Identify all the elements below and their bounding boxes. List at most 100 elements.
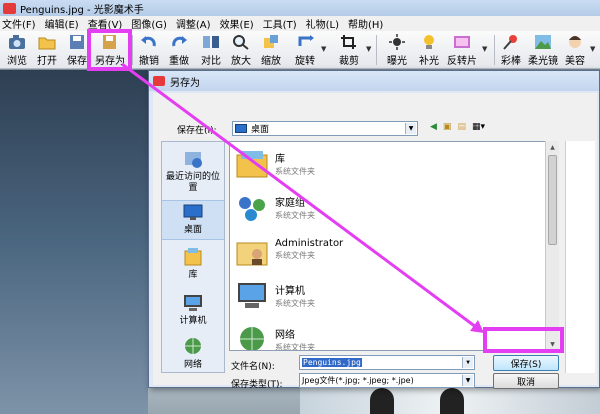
preview-pane	[565, 141, 595, 373]
list-item[interactable]: 库 系统文件夹	[234, 146, 315, 190]
chevron-down-icon[interactable]: ▼	[462, 375, 473, 386]
menu-effects[interactable]: 效果(E)	[220, 16, 254, 31]
place-network[interactable]: 网络	[162, 336, 224, 374]
place-recent[interactable]: 最近访问的位置	[162, 148, 224, 194]
menu-file[interactable]: 文件(F)	[2, 16, 36, 31]
face-icon	[566, 34, 584, 50]
file-type: 系统文件夹	[275, 167, 315, 176]
open-button[interactable]: 打开	[30, 33, 64, 67]
resize-icon	[262, 34, 280, 50]
dialog-app-icon	[153, 76, 165, 86]
photo-left-region	[0, 70, 148, 414]
menu-edit[interactable]: 编辑(E)	[45, 16, 79, 31]
list-item[interactable]: 网络 系统文件夹	[234, 322, 315, 350]
compare-label: 对比	[201, 56, 221, 67]
place-label: 计算机	[179, 316, 207, 326]
undo-button[interactable]: 撤销	[132, 33, 166, 67]
invert-film-button[interactable]: 反转片	[444, 33, 480, 67]
view-menu-icon[interactable]: ▦▾	[472, 122, 485, 132]
computer-icon	[182, 292, 204, 314]
filename-input[interactable]: Penguins.jpg ▼	[299, 355, 475, 370]
scroll-thumb[interactable]	[548, 155, 557, 245]
filetype-value: Jpeg文件(*.jpg; *.jpeg; *.jpe)	[302, 376, 414, 385]
place-desktop[interactable]: 桌面	[162, 200, 224, 240]
file-name: 家庭组	[275, 198, 305, 209]
beauty-dropdown-icon[interactable]: ▼	[590, 45, 595, 53]
menu-help[interactable]: 帮助(H)	[348, 16, 383, 31]
back-arrow-icon[interactable]: ◀	[430, 122, 437, 132]
dialog-save-button[interactable]: 保存(S)	[493, 355, 559, 371]
menu-adjust[interactable]: 调整(A)	[176, 16, 211, 31]
place-library[interactable]: 库	[162, 246, 224, 286]
exposure-button[interactable]: 曝光	[380, 33, 414, 67]
undo-icon	[140, 34, 158, 50]
invert-dropdown-icon[interactable]: ▼	[482, 45, 487, 53]
dialog-cancel-button[interactable]: 取消	[493, 373, 559, 389]
redo-label: 重做	[169, 56, 189, 67]
beauty-button[interactable]: 美容	[558, 33, 592, 67]
desktop-icon	[182, 201, 204, 223]
menu-image[interactable]: 图像(G)	[131, 16, 167, 31]
beauty-label: 美容	[565, 56, 585, 67]
film-icon	[453, 34, 471, 50]
menu-gifts[interactable]: 礼物(L)	[306, 16, 339, 31]
filename-label: 文件名(N):	[231, 362, 275, 372]
file-name: 网络	[275, 330, 295, 341]
list-item[interactable]: 家庭组 系统文件夹	[234, 190, 315, 234]
network-icon	[234, 322, 270, 350]
window-title: Penguins.jpg - 光影魔术手	[20, 4, 144, 16]
library-folder-icon	[234, 146, 270, 182]
window-titlebar: Penguins.jpg - 光影魔术手	[0, 0, 600, 16]
browse-button[interactable]: 浏览	[0, 33, 34, 67]
file-type: 系统文件夹	[275, 299, 315, 308]
magnifier-icon	[232, 34, 250, 50]
place-computer[interactable]: 计算机	[162, 292, 224, 332]
fill-light-button[interactable]: 补光	[412, 33, 446, 67]
filetype-dropdown[interactable]: Jpeg文件(*.jpg; *.jpeg; *.jpe) ▼	[299, 373, 475, 388]
rotate-button[interactable]: 旋转	[288, 33, 322, 67]
list-item[interactable]: Administrator 系统文件夹	[234, 234, 343, 278]
crop-icon	[340, 34, 358, 50]
save-label: 保存	[67, 56, 87, 67]
chevron-down-icon[interactable]: ▼	[462, 357, 473, 368]
penguin-silhouette	[440, 388, 464, 414]
zoom-in-label: 放大	[231, 56, 251, 67]
file-type: 系统文件夹	[275, 211, 315, 220]
rotate-dropdown-icon[interactable]: ▼	[321, 45, 326, 53]
file-list-scrollbar[interactable]: ▲ ▼	[545, 141, 559, 351]
save-in-label: 保存在(I):	[177, 126, 217, 136]
up-folder-icon[interactable]: ▣	[443, 122, 452, 132]
app-logo-icon	[3, 2, 16, 14]
compare-button[interactable]: 对比	[194, 33, 228, 67]
chevron-down-icon[interactable]: ▼	[405, 123, 416, 134]
penguin-silhouette	[370, 388, 394, 414]
toolbar-divider	[376, 35, 377, 65]
save-in-dropdown[interactable]: 桌面 ▼	[232, 121, 418, 136]
redo-button[interactable]: 重做	[162, 33, 196, 67]
soft-lens-label: 柔光镜	[528, 56, 558, 67]
color-pen-button[interactable]: 彩棒	[494, 33, 528, 67]
filename-value: Penguins.jpg	[302, 358, 362, 367]
open-label: 打开	[37, 56, 57, 67]
library-icon	[182, 246, 204, 268]
file-type: 系统文件夹	[275, 251, 315, 260]
zoom-in-button[interactable]: 放大	[224, 33, 258, 67]
crop-button[interactable]: 裁剪	[332, 33, 366, 67]
soft-lens-button[interactable]: 柔光镜	[526, 33, 560, 67]
scroll-up-icon[interactable]: ▲	[546, 141, 559, 154]
navigation-toolbar: ◀ ▣ ▤ ▦▾	[430, 122, 485, 132]
fill-light-label: 补光	[419, 56, 439, 67]
crop-dropdown-icon[interactable]: ▼	[366, 45, 371, 53]
dialog-title: 另存为	[170, 77, 200, 89]
places-bar: 最近访问的位置 桌面 库 计算机 网络	[161, 141, 225, 373]
new-folder-icon[interactable]: ▤	[457, 122, 466, 132]
menu-tools[interactable]: 工具(T)	[263, 16, 297, 31]
camera-icon	[8, 34, 26, 50]
zoom-button[interactable]: 缩放	[254, 33, 288, 67]
file-name: 计算机	[275, 286, 305, 297]
rotate-label: 旋转	[295, 56, 315, 67]
place-label: 最近访问的位置	[165, 172, 220, 193]
browse-label: 浏览	[7, 56, 27, 67]
recent-places-icon	[182, 148, 204, 170]
list-item[interactable]: 计算机 系统文件夹	[234, 278, 315, 322]
